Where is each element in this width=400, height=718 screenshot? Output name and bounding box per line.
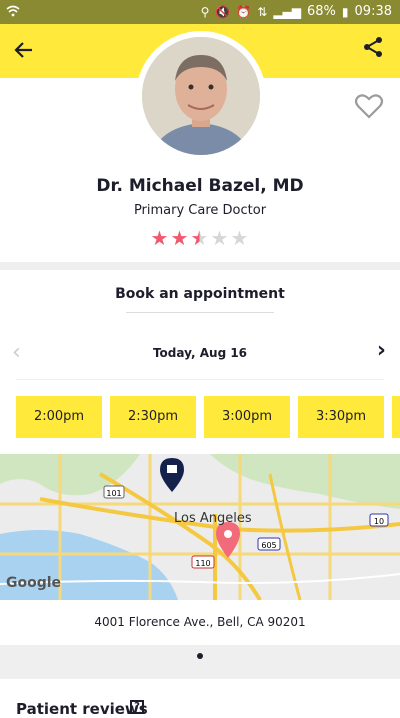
status-bar: ⚲ 🔇 ⏰ ⇅ ▂▄▆ 68% ▮ 09:38 [0,0,400,24]
svg-text:605: 605 [261,541,276,550]
star-icon: ★ [210,226,229,250]
share-button[interactable] [362,36,390,66]
svg-text:10: 10 [374,517,384,526]
signal-icon: ▂▄▆ [273,4,302,19]
star-icon: ★ [230,226,249,250]
help-icon[interactable]: ? [130,700,144,714]
svg-text:101: 101 [106,489,121,498]
network-icon: ⇅ [257,4,268,19]
map-city-label: Los Angeles [174,511,252,526]
time-slot[interactable]: 2:00pm [16,396,102,438]
map-canvas: 101 110 605 10 Los Angeles Google [0,454,400,600]
address-text: 4001 Florence Ave., Bell, CA 90201 [94,615,306,629]
time-slot[interactable]: 3:30pm [298,396,384,438]
share-icon [364,37,382,57]
date-divider [16,379,384,380]
doctor-name: Dr. Michael Bazel, MD [96,176,304,196]
location-icon: ⚲ [200,4,210,19]
doctor-specialty: Primary Care Doctor [133,203,267,218]
location-map[interactable]: 101 110 605 10 Los Angeles Google [0,454,400,600]
clock: 09:38 [354,4,392,19]
title-underline [126,312,274,313]
battery-percent: 68% [307,4,336,19]
time-slot[interactable]: 3:00pm [204,396,290,438]
time-slot-partial[interactable] [392,396,400,438]
pager-band [0,645,400,679]
avatar-frame [136,31,266,161]
doctor-avatar [142,37,260,155]
back-button[interactable] [10,34,38,66]
battery-icon: ▮ [341,4,349,19]
highway-shield-110: 110 [191,555,215,569]
time-slot[interactable]: 2:30pm [110,396,196,438]
next-date-button[interactable]: › [377,338,386,363]
star-icon: ★ [150,226,169,250]
star-icon: ★ [170,226,189,250]
highway-shield-605: 605 [257,537,281,551]
time-slots: 2:00pm 2:30pm 3:00pm 3:30pm [16,396,400,438]
rating-stars: ★ ★ ★ ★ ★ [150,228,250,248]
alarm-icon: ⏰ [236,4,252,19]
google-logo: Google [6,575,61,591]
favorite-button[interactable] [354,92,384,120]
wifi-icon [6,4,20,22]
chevron-right-icon: › [376,338,386,363]
star-icon: ★ [190,226,209,250]
reviews-title: Patient reviews [16,700,148,718]
svg-text:110: 110 [195,559,210,568]
heart-outline-icon [354,94,384,119]
date-label: Today, Aug 16 [152,346,248,360]
mute-icon: 🔇 [215,4,231,19]
highway-shield-10: 10 [369,513,389,527]
book-appointment-title: Book an appointment [115,286,285,302]
back-arrow-icon [14,42,32,58]
section-divider [0,262,400,270]
highway-shield-101: 101 [103,485,125,499]
page-indicator-dot [197,653,203,659]
